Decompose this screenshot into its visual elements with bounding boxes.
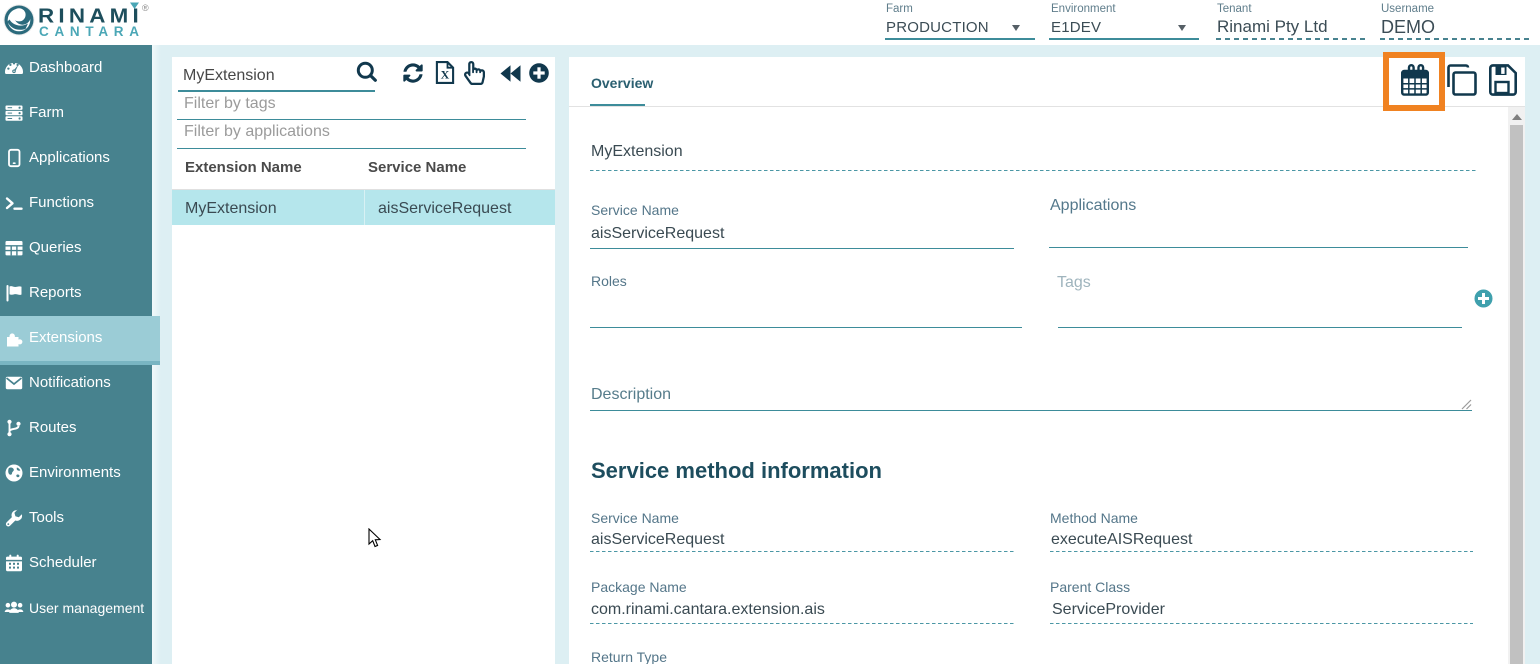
svg-text:®: ® — [142, 3, 149, 13]
svg-text:X: X — [441, 68, 450, 82]
